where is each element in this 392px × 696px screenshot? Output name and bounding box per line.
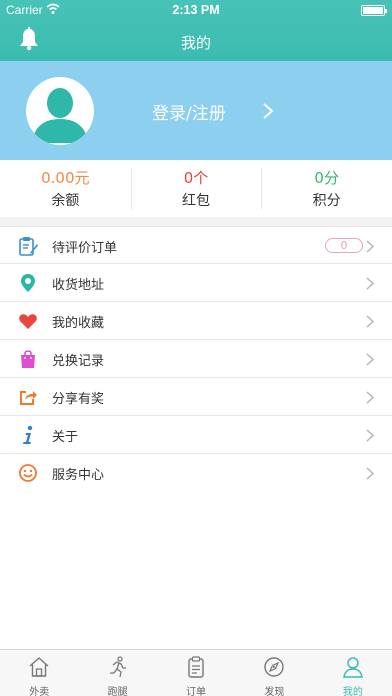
stat-red-packet[interactable]: 0个 红包 — [130, 160, 262, 217]
login-register-link[interactable]: 登录/注册 — [152, 99, 226, 124]
menu-list: 待评价订单 0 收货地址 我的收藏 兑换记录 分享有奖 关于 服务中心 — [0, 226, 392, 492]
chevron-right-icon — [263, 103, 274, 119]
menu-item-favorites[interactable]: 我的收藏 — [0, 302, 392, 340]
chevron-right-icon — [366, 467, 374, 480]
menu-label-about: 关于 — [52, 430, 79, 445]
chevron-right-icon — [366, 353, 374, 366]
stat-points[interactable]: 0分 积分 — [261, 160, 392, 217]
points-label: 积分 — [312, 193, 341, 209]
home-icon — [29, 657, 49, 677]
info-icon — [23, 425, 33, 444]
status-bar: Carrier 2:13 PM — [0, 0, 392, 20]
content-blank-area — [0, 491, 392, 649]
tab-label-takeout: 外卖 — [29, 687, 50, 696]
menu-label-service-center: 服务中心 — [52, 468, 105, 483]
profile-header[interactable]: 登录/注册 — [0, 61, 392, 160]
menu-label-share-rewards: 分享有奖 — [52, 392, 105, 407]
default-avatar-icon — [32, 88, 88, 143]
tab-discover[interactable]: 发现 — [235, 650, 313, 696]
status-time: 2:13 PM — [172, 3, 220, 17]
person-icon — [342, 657, 363, 678]
runner-icon — [109, 656, 126, 678]
compass-icon — [264, 657, 285, 677]
chevron-right-icon — [366, 277, 374, 290]
battery-icon — [361, 5, 387, 16]
tab-label-errand: 跑腿 — [107, 687, 128, 696]
balance-label: 余额 — [51, 193, 80, 209]
page-title: 我的 — [180, 34, 211, 52]
menu-item-service-center[interactable]: 服务中心 — [0, 454, 392, 492]
menu-label-address: 收货地址 — [52, 278, 105, 293]
top-bar: Carrier 2:13 PM 我的 — [0, 0, 392, 61]
tab-orders[interactable]: 订单 — [157, 650, 235, 696]
chevron-right-icon — [366, 240, 374, 253]
stat-balance[interactable]: 0.00元 余额 — [0, 160, 131, 217]
menu-item-exchange-records[interactable]: 兑换记录 — [0, 340, 392, 378]
menu-item-pending-reviews[interactable]: 待评价订单 0 — [0, 226, 392, 264]
smiley-icon — [19, 464, 37, 482]
tab-label-orders: 订单 — [186, 687, 207, 696]
pending-count-badge: 0 — [325, 238, 363, 253]
location-pin-icon — [21, 274, 35, 292]
balance-value: 0.00元 — [41, 169, 90, 187]
red-packet-label: 红包 — [182, 193, 210, 209]
chevron-right-icon — [366, 315, 374, 328]
points-value: 0分 — [314, 169, 339, 187]
clipboard-icon — [188, 656, 204, 678]
menu-label-exchange-records: 兑换记录 — [52, 354, 105, 369]
tab-errand[interactable]: 跑腿 — [78, 650, 156, 696]
menu-item-address[interactable]: 收货地址 — [0, 264, 392, 302]
chevron-right-icon — [366, 429, 374, 442]
avatar[interactable] — [26, 77, 94, 145]
share-icon — [20, 391, 37, 405]
shopping-bag-icon — [21, 350, 35, 368]
tab-bar: 外卖 跑腿 订单 发现 我的 — [0, 649, 392, 696]
menu-item-about[interactable]: 关于 — [0, 416, 392, 454]
edit-order-icon — [19, 237, 38, 256]
menu-item-share-rewards[interactable]: 分享有奖 — [0, 378, 392, 416]
account-stats: 0.00元 余额 0个 红包 0分 积分 — [0, 160, 392, 217]
menu-label-pending-reviews: 待评价订单 — [52, 241, 118, 256]
tab-takeout[interactable]: 外卖 — [0, 650, 78, 696]
heart-icon — [19, 314, 37, 329]
red-packet-value: 0个 — [183, 169, 209, 187]
tab-label-mine: 我的 — [342, 687, 363, 696]
chevron-right-icon — [366, 391, 374, 404]
tab-mine[interactable]: 我的 — [314, 650, 392, 696]
tab-label-discover: 发现 — [264, 687, 285, 696]
menu-label-favorites: 我的收藏 — [52, 316, 105, 331]
